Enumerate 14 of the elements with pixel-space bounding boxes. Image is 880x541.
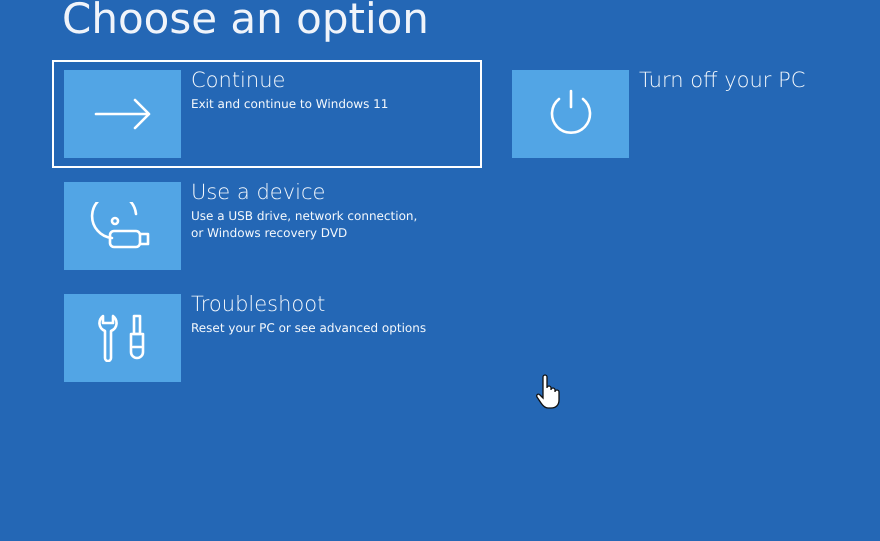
- hand-cursor-icon: [535, 374, 561, 410]
- arrow-icon: [94, 98, 152, 130]
- option-description: Use a USB drive, network connection, or Windows recovery DVD: [191, 208, 418, 241]
- option-description: Exit and continue to Windows 11: [191, 96, 388, 113]
- option-button[interactable]: Use a device Use a USB drive, network connection, or Windows recovery DVD: [52, 172, 482, 280]
- option-label: Continue: [191, 69, 286, 92]
- option-button[interactable]: Troubleshoot Reset your PC or see advanced options: [52, 284, 482, 392]
- option-button[interactable]: Continue Exit and continue to Windows 11: [52, 60, 482, 168]
- option-label: Turn off your PC: [639, 69, 806, 92]
- option-label: Troubleshoot: [191, 293, 326, 316]
- option-button[interactable]: Turn off your PC: [500, 60, 830, 168]
- page-title: Choose an option: [62, 0, 430, 44]
- option-description: Reset your PC or see advanced options: [191, 320, 426, 337]
- option-label: Use a device: [191, 181, 326, 204]
